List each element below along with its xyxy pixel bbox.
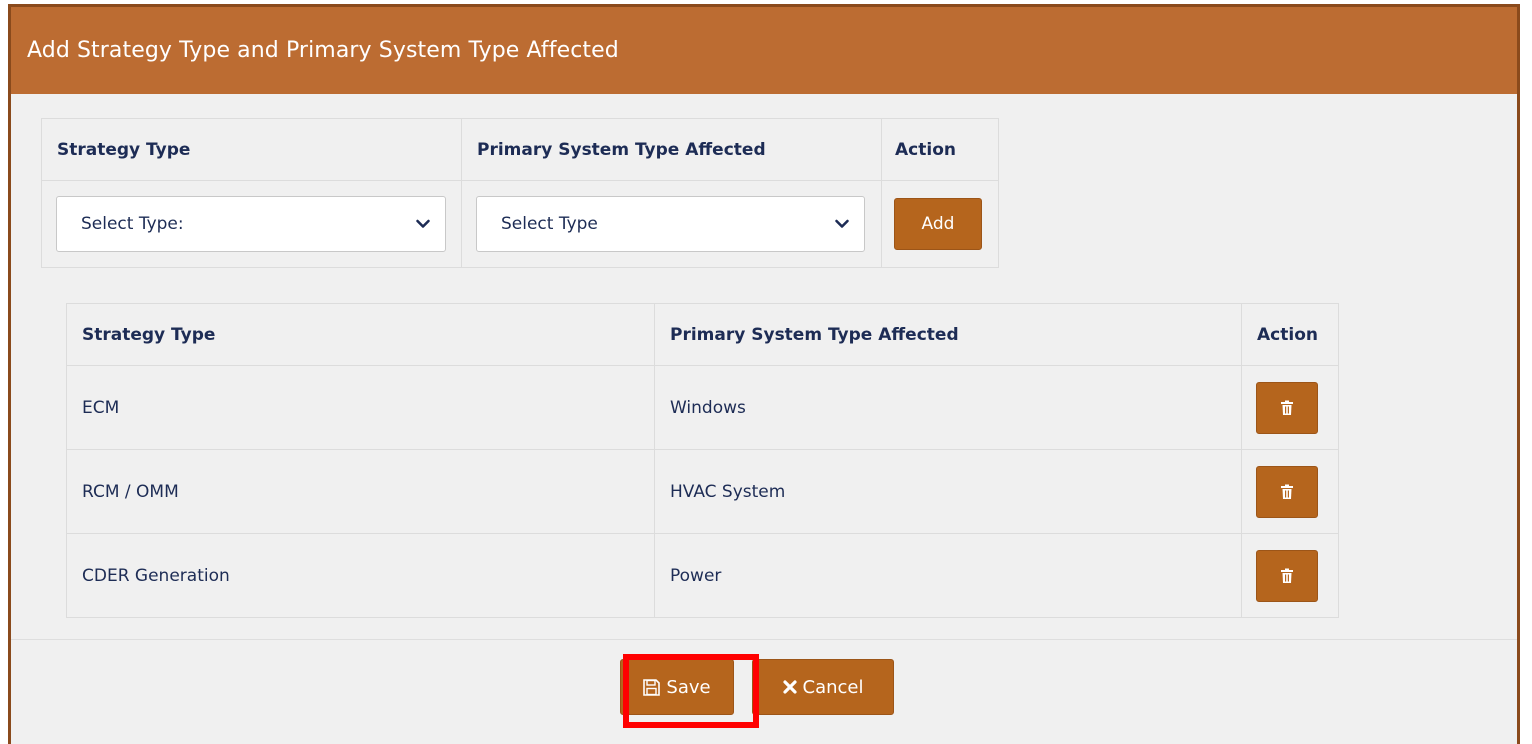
- form-input-row: Select Type: Select Type Add: [41, 180, 999, 268]
- trash-icon: [1281, 484, 1293, 499]
- table-row: RCM / OMM HVAC System: [66, 449, 1339, 534]
- strategy-type-cell: Select Type:: [41, 180, 462, 268]
- form-header-strategy-type: Strategy Type: [41, 118, 462, 181]
- row-primary-system: Windows: [654, 365, 1242, 450]
- trash-icon: [1281, 568, 1293, 583]
- save-button-label: Save: [666, 676, 711, 698]
- dialog-title: Add Strategy Type and Primary System Typ…: [27, 38, 619, 63]
- list-header-row: Strategy Type Primary System Type Affect…: [66, 303, 1339, 366]
- form-header-action: Action: [881, 118, 999, 181]
- list-header-action: Action: [1241, 303, 1339, 366]
- strategy-list-table: Strategy Type Primary System Type Affect…: [66, 303, 1339, 618]
- row-strategy-type: CDER Generation: [66, 533, 655, 618]
- strategy-type-select[interactable]: Select Type:: [56, 196, 446, 252]
- add-button[interactable]: Add: [894, 198, 982, 250]
- footer-divider: [11, 639, 1517, 640]
- list-header-primary-system: Primary System Type Affected: [654, 303, 1242, 366]
- primary-system-select[interactable]: Select Type: [476, 196, 865, 252]
- trash-icon: [1281, 400, 1293, 415]
- floppy-disk-icon: [643, 678, 661, 696]
- form-header-primary-system: Primary System Type Affected: [461, 118, 882, 181]
- dialog-header: Add Strategy Type and Primary System Typ…: [11, 7, 1517, 94]
- row-action-cell: [1241, 365, 1339, 450]
- delete-button[interactable]: [1256, 465, 1318, 518]
- cancel-button-label: Cancel: [802, 676, 864, 698]
- primary-system-cell: Select Type: [461, 180, 882, 268]
- table-row: CDER Generation Power: [66, 533, 1339, 618]
- form-header-row: Strategy Type Primary System Type Affect…: [41, 118, 999, 181]
- row-action-cell: [1241, 449, 1339, 534]
- primary-system-select-value: Select Type: [501, 214, 598, 234]
- row-action-cell: [1241, 533, 1339, 618]
- row-strategy-type: ECM: [66, 365, 655, 450]
- list-header-strategy-type: Strategy Type: [66, 303, 655, 366]
- row-primary-system: Power: [654, 533, 1242, 618]
- delete-button[interactable]: [1256, 381, 1318, 434]
- delete-button[interactable]: [1256, 549, 1318, 602]
- add-form-table: Strategy Type Primary System Type Affect…: [41, 118, 999, 268]
- row-primary-system: HVAC System: [654, 449, 1242, 534]
- action-cell: Add: [881, 180, 999, 268]
- close-icon: [782, 680, 797, 694]
- cancel-button[interactable]: Cancel: [752, 659, 894, 715]
- row-strategy-type: RCM / OMM: [66, 449, 655, 534]
- save-button[interactable]: Save: [620, 659, 734, 715]
- chevron-down-icon: [835, 219, 849, 228]
- chevron-down-icon: [416, 219, 430, 228]
- add-strategy-dialog: Add Strategy Type and Primary System Typ…: [8, 4, 1520, 744]
- table-row: ECM Windows: [66, 365, 1339, 450]
- strategy-type-select-value: Select Type:: [81, 214, 184, 234]
- dialog-footer: Save Cancel: [11, 659, 1517, 715]
